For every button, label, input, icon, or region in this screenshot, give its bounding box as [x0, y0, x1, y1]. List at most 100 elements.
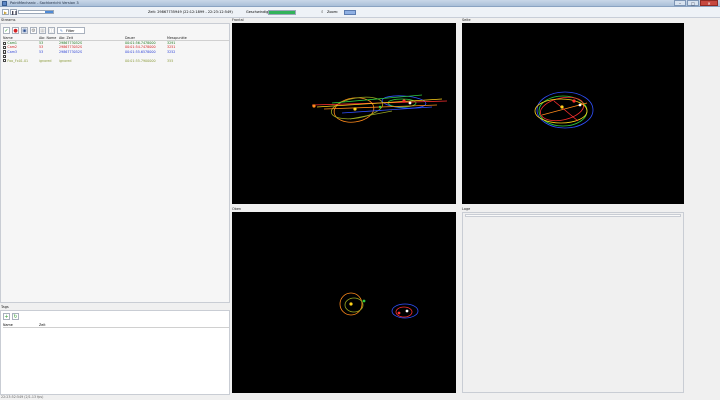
front-marker-white — [408, 101, 412, 105]
stream-measurements-cell-text: 355 — [167, 58, 174, 63]
stream-checkbox[interactable]: ✓ — [3, 50, 7, 54]
playback-toolbar: ▶ ❚❚ Zeit: 29867735949 (22:12:1899 - 22:… — [0, 7, 720, 18]
pause-button[interactable]: ❚❚ — [10, 9, 18, 15]
col-duration[interactable]: Dauer — [125, 36, 167, 40]
tags-col-name[interactable]: Name — [3, 323, 39, 327]
stream-abbr-name-cell-text: 53 — [39, 45, 44, 50]
top-view[interactable] — [232, 212, 456, 393]
window-controls: – □ ✕ — [674, 0, 718, 6]
stream-abbr-name-cell-text: ignored — [39, 58, 52, 63]
timeline-thumb[interactable] — [45, 11, 53, 13]
save-icon: ▣ — [22, 27, 27, 34]
speed-bar-fill — [269, 11, 295, 14]
stream-measurements-cell-text: 3291 — [167, 41, 176, 45]
tags-title: Tags — [1, 305, 9, 309]
app-icon — [2, 1, 7, 6]
tags-panel: + ↻ Name Zeit — [0, 310, 230, 395]
streams-toolbar: ✓ ● ▣ ⚙ ▦ ◫ ✎ Filter — [3, 26, 85, 34]
side-view-canvas — [534, 91, 594, 129]
legend-pane-label: Lage — [462, 207, 471, 211]
col-measurements[interactable]: Messpunkte — [167, 36, 197, 40]
pause-icon: ❚❚ — [11, 10, 18, 15]
filter-button[interactable]: ✎ Filter — [57, 26, 85, 34]
side-view[interactable] — [462, 23, 684, 204]
maximize-button[interactable]: □ — [687, 0, 699, 6]
disabled-button-1[interactable]: ▦ — [39, 26, 46, 34]
stream-name-cell: Foo_Fx01.01 — [3, 59, 39, 63]
stream-checkbox[interactable]: ✓ — [3, 54, 7, 58]
refresh-icon: ↻ — [13, 314, 18, 320]
stream-abbr-time-cell-text: 2986773052S — [59, 41, 83, 45]
timeline-slider[interactable] — [18, 10, 54, 14]
col-abbr-time[interactable]: Abr. Zeit — [59, 36, 125, 40]
stream-abbr-time-cell: ignored — [59, 59, 125, 63]
top-view-label: Oben — [232, 207, 242, 211]
status-bar: 22:23:52:549 (2/1.13 fps) — [1, 395, 44, 399]
left-panel: Streams ✓ ● ▣ ⚙ ▦ ◫ ✎ Filter Name Abr. Na… — [0, 18, 230, 395]
tags-col-time[interactable]: Zeit — [39, 323, 75, 327]
stream-abbr-name-cell-text: 53 — [39, 49, 44, 54]
record-icon: ● — [13, 27, 18, 34]
front-marker-green — [378, 105, 382, 109]
top-view-canvas — [339, 292, 419, 319]
stream-measurements-cell: 355 — [167, 59, 197, 63]
streams-title: Streams — [1, 18, 16, 22]
settings-button[interactable]: ⚙ — [30, 26, 37, 34]
plus-icon: + — [4, 314, 9, 320]
stream-abbr-time-cell-text: 2986773052S — [59, 49, 83, 54]
stream-checkbox[interactable]: ✓ — [3, 41, 7, 45]
stream-duration-cell: 00:01:55.7900000 — [125, 59, 167, 63]
side-marker-yellow — [560, 105, 564, 109]
tags-toolbar: + ↻ — [3, 313, 19, 320]
stream-duration-cell-text: 00:01:55.7900000 — [125, 58, 156, 63]
magnifier-icon: ⌕ — [321, 10, 324, 15]
stream-measurements-cell-text: 3252 — [167, 49, 176, 54]
streams-panel: ✓ ● ▣ ⚙ ▦ ◫ ✎ Filter Name Abr. Name Abr. … — [0, 23, 230, 303]
top-marker-green — [362, 299, 366, 303]
filter-label: Filter — [65, 28, 75, 33]
pen-icon: ✎ — [60, 28, 63, 33]
front-marker-orange — [312, 104, 316, 108]
zoom-control[interactable] — [344, 10, 356, 15]
speed-bar[interactable] — [268, 10, 296, 15]
side-ellipse-yellow — [534, 98, 588, 124]
side-ellipse-green — [538, 95, 588, 127]
streams-table: Name Abr. Name Abr. Zeit Dauer Messpunkt… — [3, 36, 229, 63]
top-ellipse-olive — [344, 297, 364, 313]
legend-pane — [462, 212, 684, 393]
record-button[interactable]: ● — [12, 26, 19, 34]
play-button[interactable]: ▶ — [2, 9, 9, 15]
col-name[interactable]: Name — [3, 36, 39, 40]
gear-icon: ⚙ — [31, 27, 36, 34]
stream-checkbox[interactable] — [3, 59, 7, 63]
table-row[interactable]: Foo_Fx01.01 ignored ignored 00:01:55.790000… — [3, 59, 229, 63]
stream-duration-cell-text: 00:01:54.7478000 — [125, 45, 156, 50]
top-marker-red — [397, 311, 401, 315]
disabled-button-2[interactable]: ◫ — [48, 26, 55, 34]
front-marker-yellow — [353, 107, 357, 111]
chart-icon: ◫ — [49, 27, 54, 34]
stream-measurements-cell-text: 3251 — [167, 45, 176, 50]
top-marker-yellow — [349, 302, 353, 306]
apply-button[interactable]: ✓ — [3, 26, 10, 34]
stream-duration-cell-text: 00:01:55.6578000 — [125, 49, 156, 54]
grid-icon: ▦ — [40, 27, 45, 34]
top-marker-white — [405, 309, 409, 313]
stream-abbr-name-cell: ignored — [39, 59, 59, 63]
stream-abbr-time-cell-text: ignored — [59, 58, 72, 63]
stream-duration-cell-text: 00:01:56.7478000 — [125, 41, 156, 45]
front-view-canvas — [311, 94, 448, 123]
close-button[interactable]: ✕ — [700, 0, 718, 6]
refresh-tags-button[interactable]: ↻ — [12, 313, 19, 320]
stream-name-cell-text: Foo_Fx01.01 — [7, 58, 29, 63]
col-abbr-name[interactable]: Abr. Name — [39, 36, 59, 40]
front-view[interactable] — [232, 23, 456, 204]
save-button[interactable]: ▣ — [21, 26, 28, 34]
window-title: PointMechanic - Sachbericht Version 3 — [10, 1, 79, 5]
play-icon: ▶ — [3, 10, 8, 15]
add-tag-button[interactable]: + — [3, 313, 10, 320]
time-range-label: Zeit: 29867735949 (22:12:1899 - 22:23:12… — [148, 10, 233, 14]
front-view-label: Frontal — [232, 18, 244, 22]
stream-checkbox[interactable]: ✓ — [3, 45, 7, 50]
minimize-button[interactable]: – — [674, 0, 686, 6]
